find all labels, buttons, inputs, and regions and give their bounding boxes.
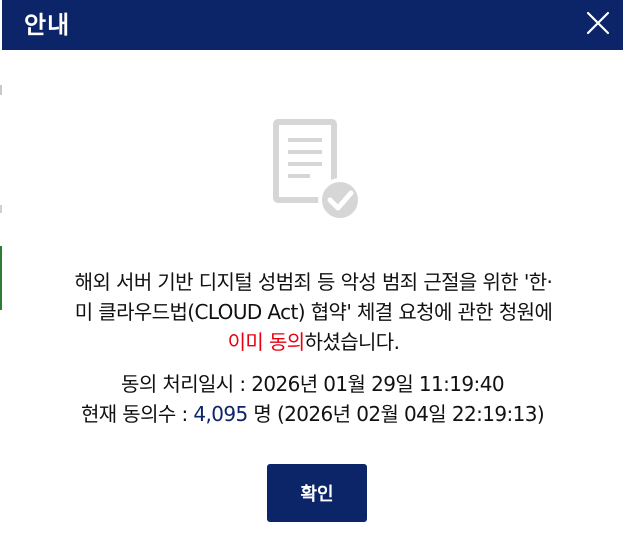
already-agreed-highlight: 이미 동의 — [227, 330, 306, 354]
agreement-message: 해외 서버 기반 디지털 성범죄 등 악성 범죄 근절을 위한 '한· 미 클라… — [26, 267, 601, 357]
message-suffix: 하셨습니다. — [304, 330, 400, 354]
close-icon — [581, 6, 615, 40]
modal-title: 안내 — [24, 11, 71, 39]
page: 안내 해외 서버 기반 디지털 성범죄 등 악성 범죄 근절을 위한 '한· 미… — [0, 0, 625, 546]
notice-modal: 안내 해외 서버 기반 디지털 성범죄 등 악성 범죄 근절을 위한 '한· 미… — [2, 0, 623, 546]
count-value: 4,095 — [193, 402, 248, 426]
modal-header: 안내 — [2, 0, 623, 60]
processed-datetime-line: 동의 처리일시 : 2026년 01월 29일 11:19:40 — [2, 369, 623, 399]
document-check-icon — [272, 118, 364, 224]
message-line-1: 해외 서버 기반 디지털 성범죄 등 악성 범죄 근절을 위한 '한· — [74, 270, 553, 294]
confirm-button[interactable]: 확인 — [267, 464, 367, 522]
message-line-2: 미 클라우드법(CLOUD Act) 협약' 체결 요청에 관한 청원에 — [74, 300, 553, 324]
modal-body: 해외 서버 기반 디지털 성범죄 등 악성 범죄 근절을 위한 '한· 미 클라… — [2, 60, 623, 546]
count-unit: 명 — [247, 402, 277, 426]
processed-datetime: 2026년 01월 29일 11:19:40 — [251, 372, 504, 396]
count-datetime: (2026년 02월 04일 22:19:13) — [276, 402, 545, 426]
processed-label: 동의 처리일시 : — [121, 372, 252, 396]
close-button[interactable] — [581, 6, 615, 40]
agreement-info: 동의 처리일시 : 2026년 01월 29일 11:19:40 현재 동의수 … — [2, 369, 623, 429]
current-count-line: 현재 동의수 : 4,095 명 (2026년 02월 04일 22:19:13… — [2, 399, 623, 429]
message-line-3: 이미 동의하셨습니다. — [26, 327, 601, 357]
count-label: 현재 동의수 : — [80, 402, 194, 426]
